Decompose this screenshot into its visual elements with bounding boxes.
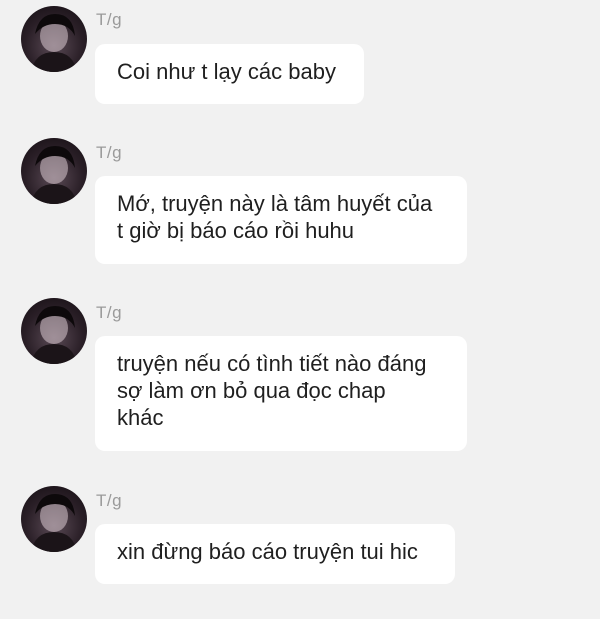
avatar-image	[31, 494, 77, 552]
avatar[interactable]	[21, 6, 87, 72]
sender-name: T/g	[96, 303, 123, 322]
avatar[interactable]	[21, 298, 87, 364]
avatar-image	[31, 306, 77, 364]
avatar-image	[31, 146, 77, 204]
message-text: Coi như t lạy các baby	[117, 59, 336, 84]
message-bubble[interactable]: truyện nếu có tình tiết nào đáng sợ làm …	[95, 336, 467, 451]
message-text: t giờ bị báo cáo rồi huhu	[117, 218, 355, 243]
sender-name: T/g	[96, 491, 123, 510]
message-bubble[interactable]: xin đừng báo cáo truyện tui hic	[95, 524, 455, 584]
message-bubble[interactable]: Coi như t lạy các baby	[95, 44, 364, 104]
avatar[interactable]	[21, 138, 87, 204]
message-text: xin đừng báo cáo truyện tui hic	[117, 539, 418, 564]
message-text: sợ làm ơn bỏ qua đọc chap	[117, 378, 386, 403]
message-text: truyện nếu có tình tiết nào đáng	[117, 351, 427, 376]
message-text: Mớ, truyện này là tâm huyết của	[117, 191, 433, 216]
message-bubble[interactable]: Mớ, truyện này là tâm huyết của t giờ bị…	[95, 176, 467, 264]
avatar[interactable]	[21, 486, 87, 552]
sender-name: T/g	[96, 143, 123, 162]
sender-name: T/g	[96, 10, 123, 29]
message-text: khác	[117, 405, 164, 430]
avatar-image	[31, 14, 77, 72]
